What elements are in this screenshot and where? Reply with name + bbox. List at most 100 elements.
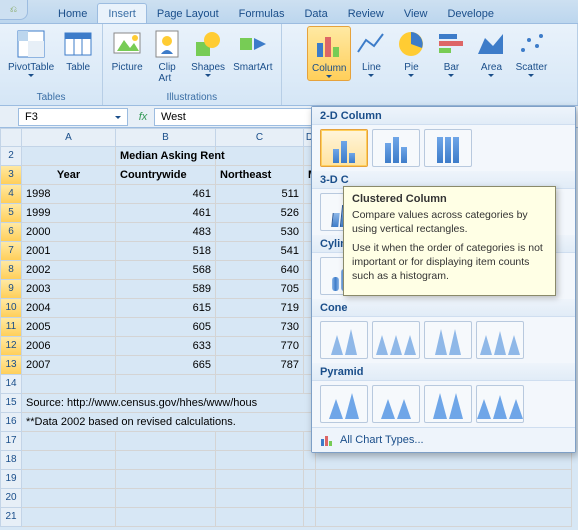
- cell[interactable]: [22, 489, 116, 508]
- row-header-9[interactable]: 9: [0, 280, 22, 299]
- cell[interactable]: 461: [116, 204, 216, 223]
- tab-review[interactable]: Review: [338, 4, 394, 23]
- row-header-2[interactable]: 2: [0, 147, 22, 166]
- cell[interactable]: [116, 432, 216, 451]
- smartart-button[interactable]: SmartArt: [229, 26, 276, 75]
- cell[interactable]: 633: [116, 337, 216, 356]
- cell[interactable]: 787: [216, 356, 304, 375]
- cell[interactable]: 530: [216, 223, 304, 242]
- row-header-3[interactable]: 3: [0, 166, 22, 185]
- row-header-20[interactable]: 20: [0, 489, 22, 508]
- cell[interactable]: 2006: [22, 337, 116, 356]
- cell[interactable]: [316, 451, 572, 470]
- row-header-16[interactable]: 16: [0, 413, 22, 432]
- cell[interactable]: Year: [22, 166, 116, 185]
- cell[interactable]: [22, 451, 116, 470]
- cell[interactable]: 2007: [22, 356, 116, 375]
- cell[interactable]: [22, 375, 116, 394]
- scatter-button[interactable]: Scatter: [511, 26, 551, 79]
- cell[interactable]: 541: [216, 242, 304, 261]
- row-header-6[interactable]: 6: [0, 223, 22, 242]
- row-header-19[interactable]: 19: [0, 470, 22, 489]
- cell[interactable]: 2002: [22, 261, 116, 280]
- cell[interactable]: [316, 470, 572, 489]
- cell[interactable]: [304, 470, 316, 489]
- stacked-column-2d[interactable]: [372, 129, 420, 167]
- stacked-cone[interactable]: [372, 321, 420, 359]
- cell[interactable]: 719: [216, 299, 304, 318]
- cell[interactable]: Median Asking Rent: [116, 147, 216, 166]
- cell[interactable]: [22, 432, 116, 451]
- row-header-18[interactable]: 18: [0, 451, 22, 470]
- tab-formulas[interactable]: Formulas: [229, 4, 295, 23]
- cell[interactable]: [116, 470, 216, 489]
- row-header-10[interactable]: 10: [0, 299, 22, 318]
- tab-developer[interactable]: Develope: [437, 4, 503, 23]
- cell[interactable]: 770: [216, 337, 304, 356]
- row-header-5[interactable]: 5: [0, 204, 22, 223]
- line-button[interactable]: Line: [351, 26, 391, 79]
- cell[interactable]: [116, 375, 216, 394]
- clipart-button[interactable]: ClipArt: [147, 26, 187, 86]
- row-header-13[interactable]: 13: [0, 356, 22, 375]
- row-header-21[interactable]: 21: [0, 508, 22, 527]
- clustered-column-2d[interactable]: [320, 129, 368, 167]
- row-header-14[interactable]: 14: [0, 375, 22, 394]
- row-header-12[interactable]: 12: [0, 337, 22, 356]
- cell[interactable]: 511: [216, 185, 304, 204]
- tab-insert[interactable]: Insert: [97, 3, 147, 23]
- table-button[interactable]: Table: [58, 26, 98, 75]
- cell[interactable]: 461: [116, 185, 216, 204]
- cell[interactable]: 2005: [22, 318, 116, 337]
- cell[interactable]: 589: [116, 280, 216, 299]
- cell[interactable]: [316, 489, 572, 508]
- cell[interactable]: 665: [116, 356, 216, 375]
- clustered-pyramid[interactable]: [320, 385, 368, 423]
- area-button[interactable]: Area: [471, 26, 511, 79]
- 100-stacked-column-2d[interactable]: [424, 129, 472, 167]
- tab-page-layout[interactable]: Page Layout: [147, 4, 229, 23]
- cell[interactable]: 2004: [22, 299, 116, 318]
- tab-home[interactable]: Home: [48, 4, 97, 23]
- 3d-cone[interactable]: [476, 321, 524, 359]
- cell[interactable]: 730: [216, 318, 304, 337]
- row-header-4[interactable]: 4: [0, 185, 22, 204]
- row-header-15[interactable]: 15: [0, 394, 22, 413]
- cell[interactable]: 705: [216, 280, 304, 299]
- cell[interactable]: [216, 451, 304, 470]
- fx-icon[interactable]: fx: [132, 111, 154, 123]
- cell[interactable]: 2003: [22, 280, 116, 299]
- column-button[interactable]: Column: [307, 26, 351, 81]
- cell[interactable]: 2001: [22, 242, 116, 261]
- picture-button[interactable]: Picture: [107, 26, 147, 75]
- cell[interactable]: [216, 489, 304, 508]
- 3d-pyramid[interactable]: [476, 385, 524, 423]
- 100-stacked-cone[interactable]: [424, 321, 472, 359]
- col-header-c[interactable]: C: [216, 128, 304, 147]
- clustered-cone[interactable]: [320, 321, 368, 359]
- cell[interactable]: 640: [216, 261, 304, 280]
- cell[interactable]: [116, 451, 216, 470]
- row-header-17[interactable]: 17: [0, 432, 22, 451]
- stacked-pyramid[interactable]: [372, 385, 420, 423]
- tab-data[interactable]: Data: [294, 4, 337, 23]
- cell[interactable]: Northeast: [216, 166, 304, 185]
- cell[interactable]: [216, 470, 304, 489]
- cell[interactable]: 526: [216, 204, 304, 223]
- cell[interactable]: [216, 508, 304, 527]
- cell[interactable]: Countrywide: [116, 166, 216, 185]
- pie-button[interactable]: Pie: [391, 26, 431, 79]
- cell[interactable]: [22, 147, 116, 166]
- cell[interactable]: 605: [116, 318, 216, 337]
- cell[interactable]: [216, 375, 304, 394]
- col-header-b[interactable]: B: [116, 128, 216, 147]
- cell[interactable]: [304, 508, 316, 527]
- cell[interactable]: 568: [116, 261, 216, 280]
- tab-view[interactable]: View: [394, 4, 438, 23]
- row-header-7[interactable]: 7: [0, 242, 22, 261]
- all-chart-types[interactable]: All Chart Types...: [312, 427, 575, 452]
- cell[interactable]: [304, 451, 316, 470]
- cell[interactable]: 615: [116, 299, 216, 318]
- col-header-a[interactable]: A: [22, 128, 116, 147]
- cell[interactable]: [216, 147, 304, 166]
